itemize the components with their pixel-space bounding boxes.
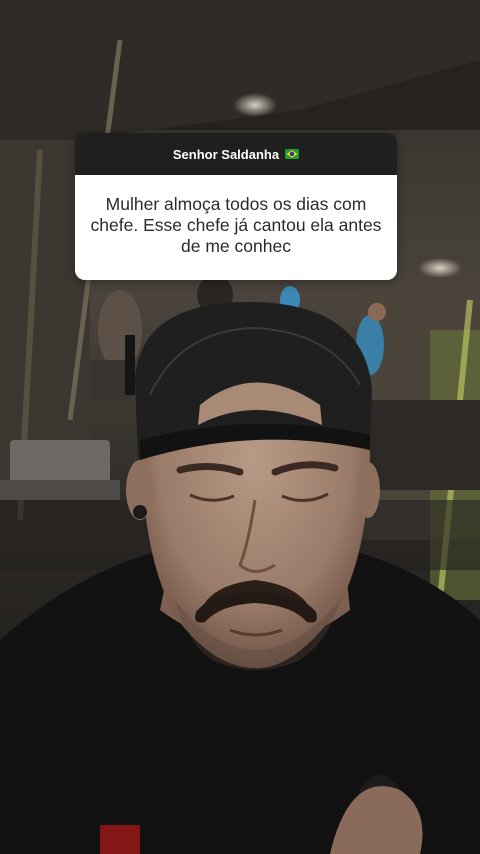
question-author: Senhor Saldanha	[172, 146, 280, 162]
question-sticker-body: Mulher almoça todos os dias com chefe. E…	[75, 175, 397, 280]
question-text: Mulher almoça todos os dias com chefe. E…	[90, 194, 382, 256]
brazil-flag-icon	[285, 149, 300, 159]
story-screen: Senhor Saldanha Mulher almoça todos os d…	[0, 0, 480, 854]
gym-selfie-video-frame	[0, 0, 480, 854]
question-sticker[interactable]: Senhor Saldanha Mulher almoça todos os d…	[75, 133, 397, 280]
question-sticker-header: Senhor Saldanha	[75, 133, 397, 175]
